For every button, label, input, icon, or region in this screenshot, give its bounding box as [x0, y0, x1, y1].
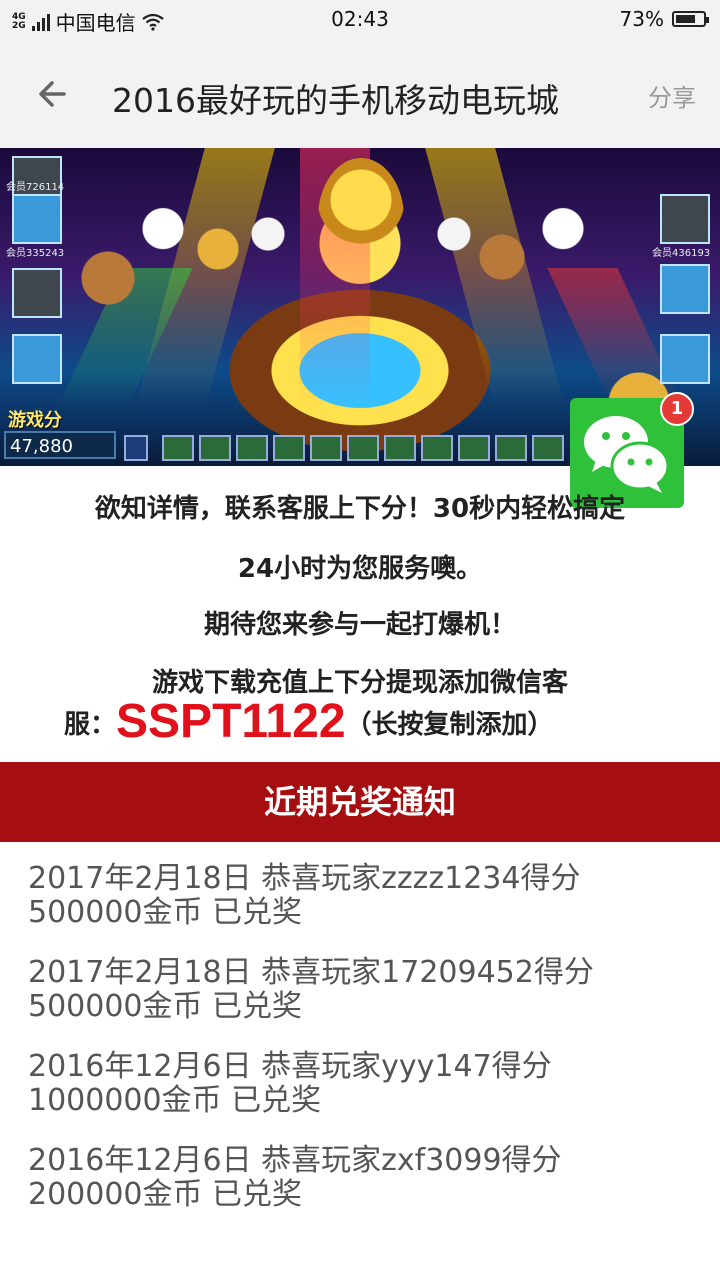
battery-percent: 73%: [619, 7, 664, 31]
player-avatar[interactable]: [12, 334, 62, 384]
clock: 02:43: [331, 7, 389, 31]
panda-figure: [436, 214, 472, 254]
lion-small-figure: [196, 224, 240, 274]
list-item: 2016年12月6日 恭喜玩家zxf3099得分 200000金币 已兑奖: [28, 1144, 688, 1212]
monkey-figure: [78, 248, 138, 308]
list-item: 2016年12月6日 恭喜玩家yyy147得分 1000000金币 已兑奖: [28, 1050, 688, 1118]
bet-prev-button[interactable]: [124, 435, 148, 461]
contact-suffix: （长按复制添加）: [345, 710, 554, 740]
rabbit-figure: [540, 203, 586, 267]
notification-badge: 1: [660, 392, 694, 426]
list-item: 2017年2月18日 恭喜玩家17209452得分 500000金币 已兑奖: [28, 956, 688, 1024]
contact-prefix: 服：: [64, 710, 117, 740]
bet-slot[interactable]: [310, 435, 342, 461]
back-arrow-icon[interactable]: [34, 72, 78, 116]
rabbit-figure: [140, 203, 186, 267]
wechat-id-code[interactable]: SSPT1122: [116, 695, 346, 748]
winners-list: 2017年2月18日 恭喜玩家zzzz1234得分 500000金币 已兑奖 20…: [28, 862, 688, 1238]
bet-slot[interactable]: [199, 435, 231, 461]
list-item: 2017年2月18日 恭喜玩家zzzz1234得分 500000金币 已兑奖: [28, 862, 688, 930]
contact-line: 服：SSPT1122（长按复制添加）: [64, 694, 720, 749]
bet-slot[interactable]: [458, 435, 490, 461]
winner-prize: 200000金币 已兑奖: [28, 1177, 303, 1212]
player-avatar[interactable]: [660, 264, 710, 314]
bet-slot[interactable]: [273, 435, 305, 461]
notice-header: 近期兑奖通知: [0, 762, 720, 842]
status-bar: 4G 2G 中国电信 02:43 73%: [0, 0, 720, 40]
bet-slot[interactable]: [236, 435, 268, 461]
winner-text: 2017年2月18日 恭喜玩家17209452得分: [28, 955, 594, 990]
monkey-figure: [478, 232, 526, 282]
player-id: 会员436193: [652, 248, 711, 259]
share-button[interactable]: 分享: [648, 78, 696, 113]
bet-slot[interactable]: [421, 435, 453, 461]
winner-text: 2016年12月6日 恭喜玩家yyy147得分: [28, 1049, 552, 1084]
winner-prize: 500000金币 已兑奖: [28, 895, 303, 930]
player-avatar[interactable]: [12, 194, 62, 244]
winner-prize: 1000000金币 已兑奖: [28, 1083, 322, 1118]
lion-figure: [318, 158, 404, 278]
score-label: 游戏分: [8, 410, 62, 431]
bet-slot[interactable]: [532, 435, 564, 461]
page-header: 2016最好玩的手机移动电玩城 分享: [0, 40, 720, 148]
battery-fill: [676, 15, 695, 23]
player-avatar[interactable]: [660, 334, 710, 384]
page-title: 2016最好玩的手机移动电玩城: [112, 81, 559, 120]
bet-slot[interactable]: [495, 435, 527, 461]
panda-figure: [250, 214, 286, 254]
info-line: 期待您来参与一起打爆机！: [203, 610, 516, 640]
bet-slot[interactable]: [162, 435, 194, 461]
info-line: 24小时为您服务噢。: [237, 554, 483, 584]
player-avatar[interactable]: [12, 268, 62, 318]
winner-text: 2017年2月18日 恭喜玩家zzzz1234得分: [28, 861, 581, 896]
player-avatar[interactable]: [660, 194, 710, 244]
info-line: 欲知详情，联系客服上下分！30秒内轻松搞定: [94, 494, 626, 524]
player-id: 会员726114: [6, 182, 65, 193]
score-value: 47,880: [4, 431, 116, 459]
winner-text: 2016年12月6日 恭喜玩家zxf3099得分: [28, 1143, 562, 1178]
bet-slot[interactable]: [384, 435, 416, 461]
bet-slot[interactable]: [347, 435, 379, 461]
winner-prize: 500000金币 已兑奖: [28, 989, 303, 1024]
battery-icon: [672, 11, 709, 27]
player-id: 会员335243: [6, 248, 65, 259]
